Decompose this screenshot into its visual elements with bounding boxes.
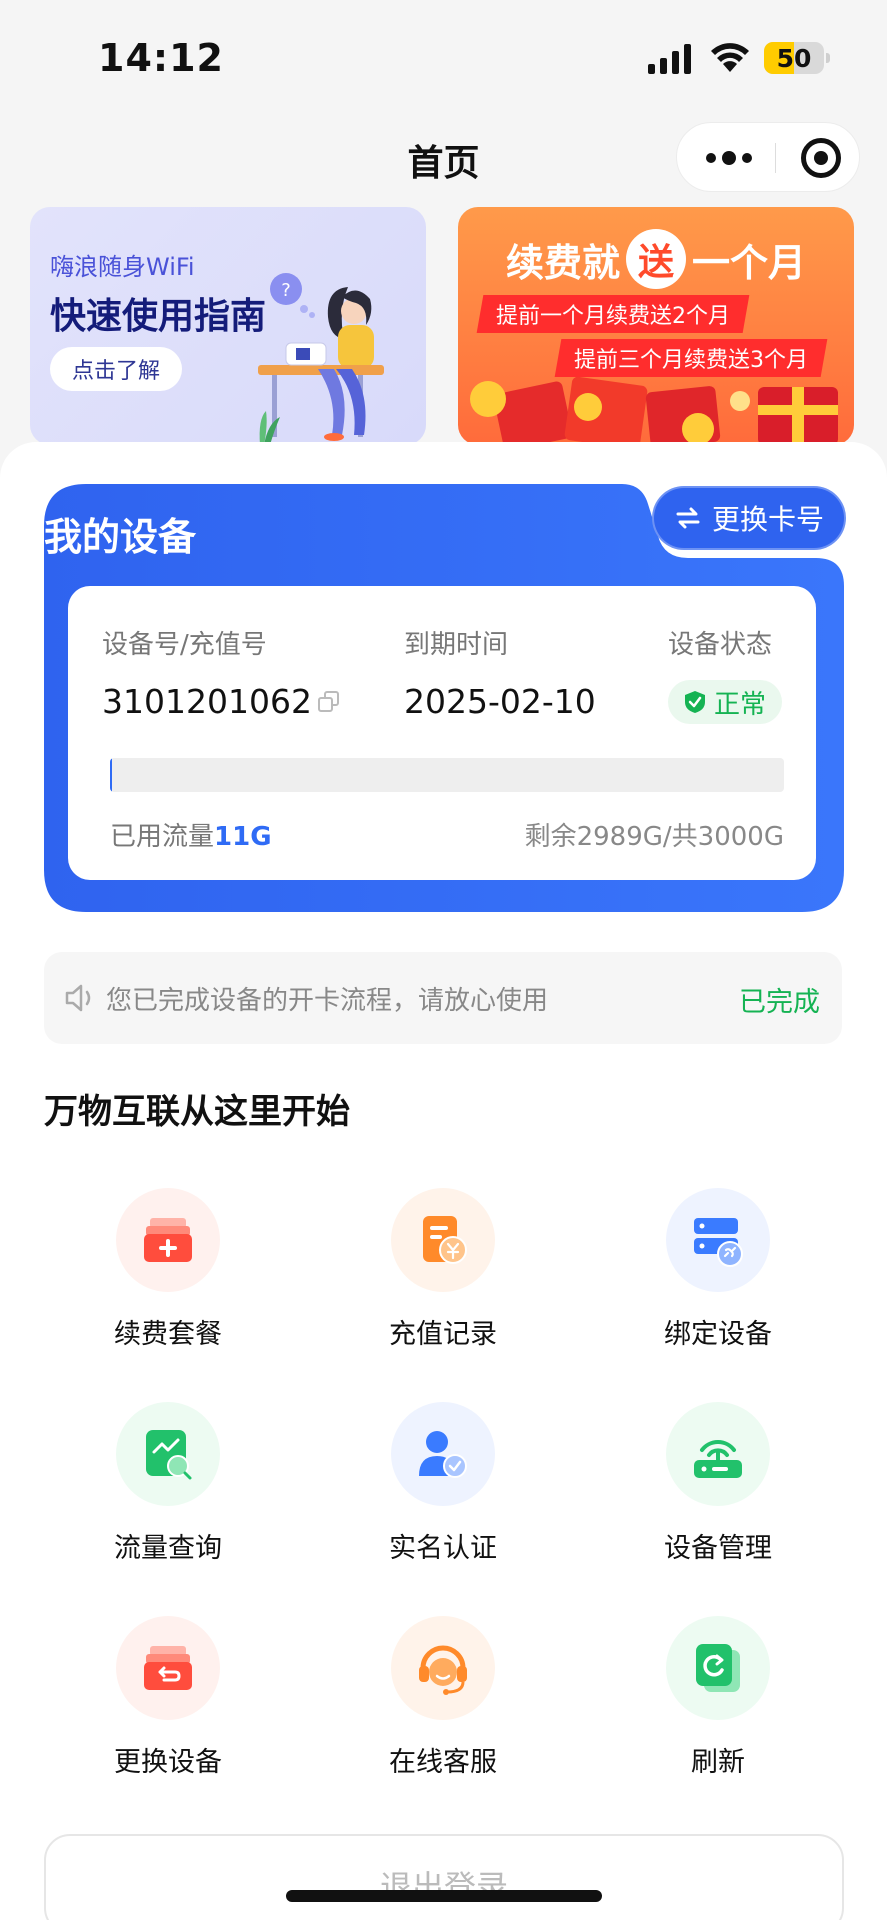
renew-ribbon-1: 提前一个月续费送2个月	[476, 295, 750, 333]
grid-label: 绑定设备	[664, 1319, 772, 1350]
grid-item-renew-package[interactable]: 续费套餐	[48, 1188, 288, 1358]
expiry-date: 2025-02-10	[404, 682, 596, 721]
guide-learn-more-button[interactable]: 点击了解	[50, 347, 183, 391]
device-info-panel: 设备号/充值号 到期时间 设备状态 3101201062 2025-02-10 …	[68, 586, 816, 880]
bind-device-icon	[666, 1188, 770, 1292]
grid-label: 续费套餐	[114, 1319, 222, 1350]
gift-envelopes-illustration	[470, 376, 838, 445]
traffic-usage-bar	[110, 758, 784, 792]
more-dots-icon[interactable]	[697, 123, 761, 193]
renew-promo-banner[interactable]: 续费就 送 一个月 提前一个月续费送2个月 提前三个月续费送3个月	[458, 207, 854, 445]
battery-tip	[826, 53, 830, 63]
guide-banner[interactable]: 嗨浪随身WiFi 快速使用指南 点击了解 ?	[30, 207, 426, 445]
grid-item-bind-device[interactable]: 绑定设备	[598, 1188, 838, 1358]
grid-item-real-name[interactable]: 实名认证	[323, 1402, 563, 1572]
expiry-label: 到期时间	[404, 630, 509, 660]
traffic-usage-fill	[110, 758, 113, 792]
grid-item-recharge-record[interactable]: 充值记录	[323, 1188, 563, 1358]
grid-item-refresh[interactable]: 刷新	[598, 1616, 838, 1786]
notice-status: 已完成	[739, 987, 820, 1018]
logout-button[interactable]: 退出登录	[44, 1834, 844, 1920]
grid-item-traffic-query[interactable]: 流量查询	[48, 1402, 288, 1572]
grid-label: 刷新	[691, 1747, 745, 1778]
recharge-record-icon	[391, 1188, 495, 1292]
renew-package-icon	[116, 1188, 220, 1292]
used-traffic-label: 已用流量	[110, 822, 215, 852]
status-text: 正常	[714, 689, 767, 720]
grid-label: 流量查询	[114, 1533, 222, 1564]
grid-item-replace-device[interactable]: 更换设备	[48, 1616, 288, 1786]
home-indicator	[286, 1890, 602, 1902]
signal-icon	[648, 44, 691, 74]
notice-text: 您已完成设备的开卡流程，请放心使用	[106, 986, 549, 1016]
remaining-traffic: 剩余2989G/共3000G	[524, 822, 784, 852]
device-id-group: 3101201062	[102, 682, 342, 721]
mini-program-capsule	[676, 122, 860, 192]
grid-label: 在线客服	[389, 1747, 497, 1778]
renew-ribbon-1-text: 提前一个月续费送2个月	[496, 304, 730, 329]
activation-notice: 您已完成设备的开卡流程，请放心使用 已完成	[44, 952, 842, 1044]
status-label: 设备状态	[668, 630, 773, 660]
guide-brand: 嗨浪随身WiFi	[50, 253, 195, 281]
shield-check-icon	[685, 691, 705, 713]
grid-item-customer-service[interactable]: 在线客服	[323, 1616, 563, 1786]
grid-item-device-management[interactable]: 设备管理	[598, 1402, 838, 1572]
device-id-label: 设备号/充值号	[102, 630, 267, 660]
traffic-query-icon	[116, 1402, 220, 1506]
guide-illustration: ?	[258, 273, 384, 445]
speaker-icon	[65, 984, 91, 1012]
wifi-icon	[711, 43, 749, 72]
grid-label: 实名认证	[389, 1533, 497, 1564]
grid-label: 充值记录	[389, 1319, 497, 1350]
replace-device-icon	[116, 1616, 220, 1720]
router-icon	[666, 1402, 770, 1506]
grid-label: 设备管理	[664, 1533, 772, 1564]
status-time: 14:12	[98, 36, 224, 80]
status-badge: 正常	[668, 680, 783, 724]
status-bar: 14:12 50	[0, 0, 887, 110]
switch-card-button[interactable]: 更换卡号	[652, 486, 846, 550]
device-card-title: 我的设备	[44, 515, 197, 559]
switch-card-label: 更换卡号	[711, 503, 824, 536]
target-icon[interactable]	[801, 138, 841, 178]
section-title: 万物互联从这里开始	[44, 1092, 350, 1132]
grid-label: 更换设备	[114, 1747, 222, 1778]
renew-title: 续费就 送 一个月	[458, 229, 854, 289]
renew-title-badge: 送	[626, 229, 686, 289]
battery-level: 50	[776, 43, 812, 73]
refresh-icon	[666, 1616, 770, 1720]
switch-icon	[676, 507, 700, 529]
battery-icon: 50	[764, 42, 824, 74]
svg-text:?: ?	[281, 280, 291, 301]
capsule-divider	[775, 143, 776, 173]
used-traffic-value: 11G	[214, 822, 272, 852]
renew-title-after: 一个月	[692, 240, 807, 285]
guide-title: 快速使用指南	[50, 296, 267, 337]
renew-title-before: 续费就	[505, 240, 620, 285]
customer-service-icon	[391, 1616, 495, 1720]
device-id: 3101201062	[102, 682, 312, 721]
real-name-icon	[391, 1402, 495, 1506]
used-traffic: 已用流量11G	[110, 816, 272, 853]
copy-icon[interactable]	[316, 689, 342, 715]
